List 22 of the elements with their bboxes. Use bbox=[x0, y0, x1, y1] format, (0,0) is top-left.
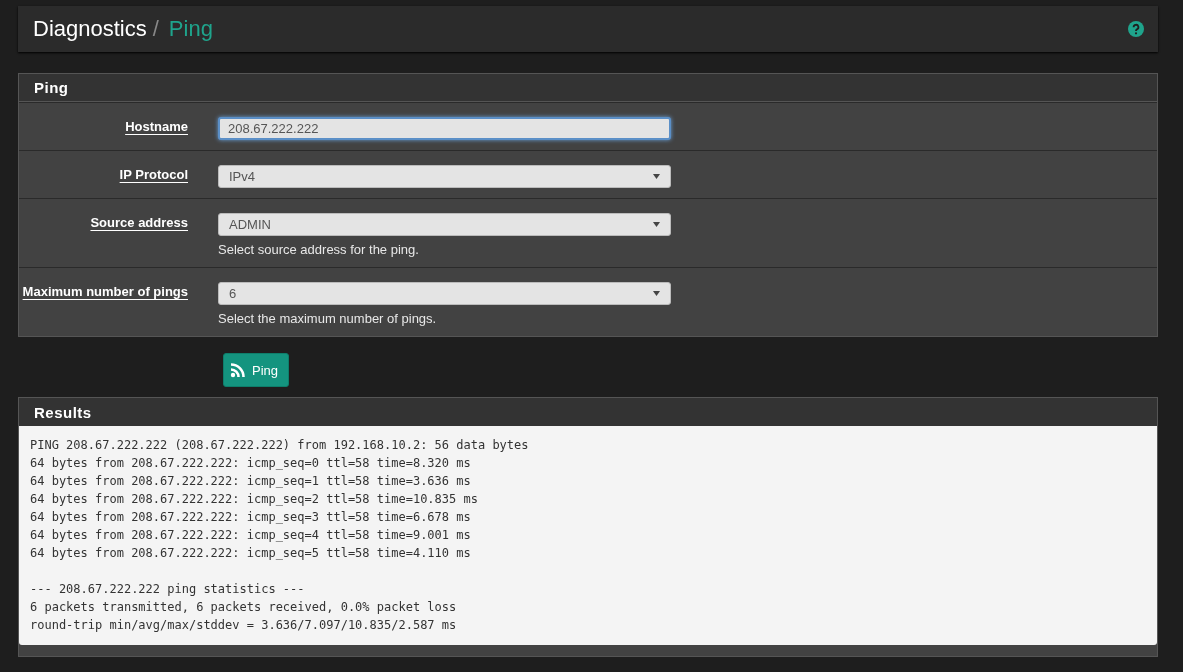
help-icon[interactable] bbox=[1128, 21, 1144, 37]
ping-button[interactable]: Ping bbox=[223, 353, 290, 387]
help-text: Select source address for the ping. bbox=[218, 242, 420, 257]
hostname-field[interactable]: 208.67.222.222 bbox=[218, 117, 671, 140]
rss-icon bbox=[230, 362, 246, 378]
field-label: Source address bbox=[90, 215, 188, 230]
help-text: Select the maximum number of pings. bbox=[218, 311, 438, 326]
caret-icon bbox=[653, 222, 660, 227]
breadcrumb-separator: / bbox=[152, 16, 159, 42]
field-label: Hostname bbox=[125, 119, 188, 134]
caret-icon bbox=[653, 174, 660, 179]
ping-output: PING 208.67.222.222 (208.67.222.222) from 192.168.10.2: 56 data bytes 64 bytes from 208.67.222.222: icmp_seq=0 ttl=58 time=8.320 ms 64 bytes from 208.67.222.222: icmp_seq=1 ttl=58 time=3.636 ms 64 bytes from 208.67.222.222: icmp_seq=2 ttl=58 time=10.835 ms 64 bytes from 208.67.222.222: icmp_seq=3 ttl=58 time=6.678 ms 64 bytes from 208.67.222.222: icmp_seq=4 ttl=58 time=9.001 ms 64 bytes from 208.67.222.222: icmp_seq=5 ttl=58 time=4.110 ms --- 208.67.222.222 ping statistics --- 6 packets transmitted, 6 packets received, 0.0% packet loss round-trip min/avg/max/stddev = 3.636/7.097/10.835/2.587 ms bbox=[19, 426, 1157, 645]
select-field[interactable]: 6 bbox=[218, 282, 671, 305]
panel-title: Results bbox=[19, 398, 1157, 426]
panel-title: Ping bbox=[19, 74, 1157, 102]
breadcrumb-section[interactable]: Diagnostics bbox=[33, 16, 147, 42]
caret-icon bbox=[653, 291, 660, 296]
select-field[interactable]: IPv4 bbox=[218, 165, 671, 188]
select-field[interactable]: ADMIN bbox=[218, 213, 671, 236]
field-label: IP Protocol bbox=[119, 167, 188, 182]
breadcrumb-page: Ping bbox=[168, 16, 213, 42]
field-label: Maximum number of pings bbox=[22, 284, 188, 299]
